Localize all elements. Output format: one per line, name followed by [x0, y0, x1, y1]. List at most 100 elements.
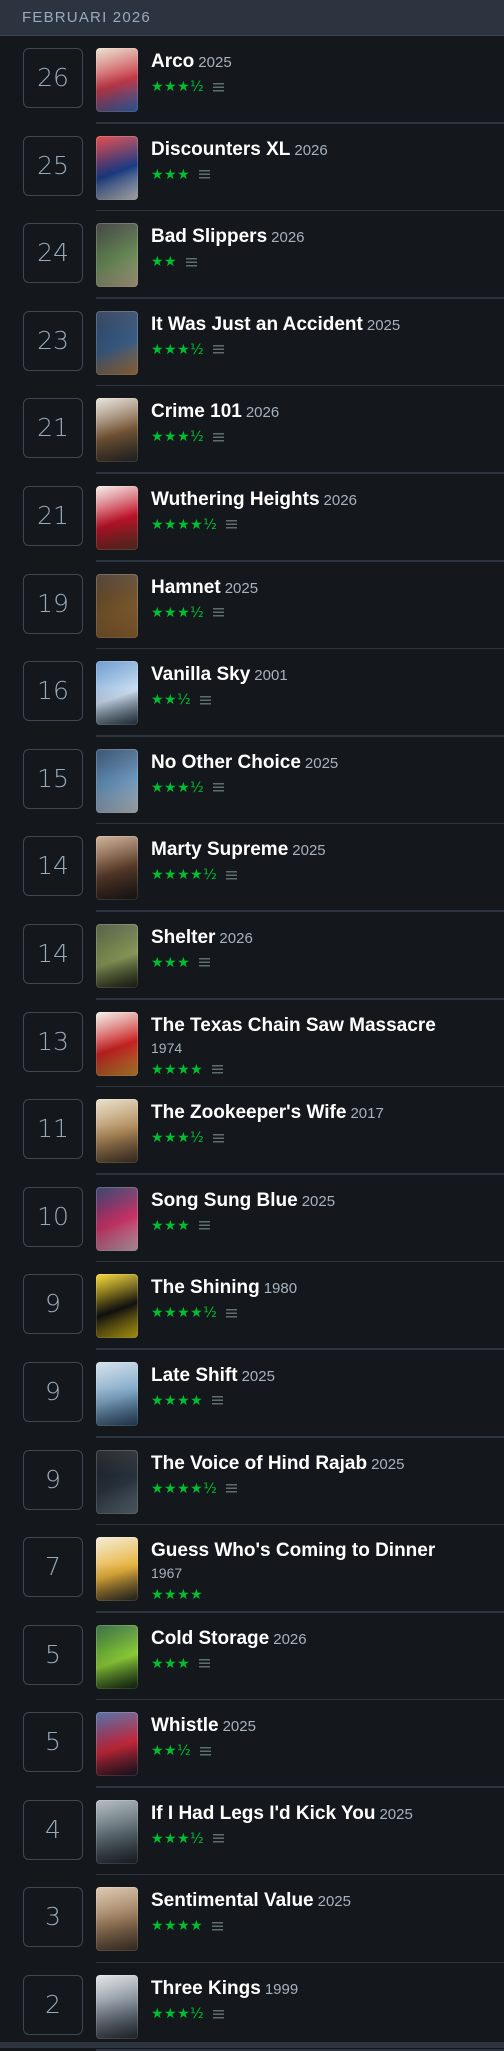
film-title[interactable]: The Voice of Hind Rajab	[151, 1453, 367, 1474]
film-title[interactable]: Song Sung Blue	[151, 1190, 298, 1211]
film-poster[interactable]	[96, 1975, 138, 2040]
diary-entry-row[interactable]: 4 If I Had Legs I'd Kick You 2025 ★★★½	[0, 1788, 504, 1876]
film-poster[interactable]	[96, 135, 138, 200]
review-text-icon[interactable]	[199, 1221, 211, 1231]
film-title[interactable]: Discounters XL	[151, 139, 290, 160]
review-text-icon[interactable]	[213, 345, 225, 355]
day-badge[interactable]: 16	[23, 661, 83, 722]
film-title[interactable]: Three Kings	[151, 1978, 261, 1999]
film-title[interactable]: Late Shift	[151, 1365, 238, 1386]
day-badge[interactable]: 5	[23, 1712, 83, 1773]
film-poster[interactable]	[96, 1799, 138, 1864]
film-year[interactable]: 2025	[198, 54, 231, 71]
day-badge[interactable]: 13	[23, 1011, 83, 1072]
day-badge[interactable]: 7	[23, 1537, 83, 1598]
film-title[interactable]: Whistle	[151, 1715, 219, 1736]
diary-entry-row[interactable]: 25 Discounters XL 2026 ★★★	[0, 124, 504, 212]
diary-entry-row[interactable]: 13 The Texas Chain Saw Massacre 1974 ★★★★	[0, 1000, 504, 1088]
review-text-icon[interactable]	[199, 170, 211, 180]
review-text-icon[interactable]	[213, 783, 225, 793]
film-year[interactable]: 1974	[151, 1038, 498, 1058]
film-poster[interactable]	[96, 748, 138, 813]
film-year[interactable]: 2025	[318, 1893, 351, 1910]
diary-entry-row[interactable]: 21 Wuthering Heights 2026 ★★★★½	[0, 474, 504, 562]
film-year[interactable]: 1980	[264, 1280, 297, 1297]
film-title[interactable]: It Was Just an Accident	[151, 314, 363, 335]
film-title[interactable]: Wuthering Heights	[151, 489, 320, 510]
review-text-icon[interactable]	[213, 1834, 225, 1844]
film-year[interactable]: 2025	[367, 317, 400, 334]
review-text-icon[interactable]	[200, 1746, 212, 1756]
review-text-icon[interactable]	[199, 1659, 211, 1669]
review-text-icon[interactable]	[186, 257, 198, 267]
film-year[interactable]: 2026	[324, 492, 357, 509]
film-year[interactable]: 2026	[294, 142, 327, 159]
day-badge[interactable]: 24	[23, 223, 83, 284]
film-year[interactable]: 2025	[292, 842, 325, 859]
review-text-icon[interactable]	[200, 695, 212, 705]
film-year[interactable]: 1999	[265, 1981, 298, 1998]
diary-entry-row[interactable]: 19 Hamnet 2025 ★★★½	[0, 562, 504, 650]
film-poster[interactable]	[96, 310, 138, 375]
film-title[interactable]: Bad Slippers	[151, 226, 267, 247]
film-poster[interactable]	[96, 1186, 138, 1251]
diary-entry-row[interactable]: 9 Late Shift 2025 ★★★★	[0, 1350, 504, 1438]
film-title[interactable]: Guess Who's Coming to Dinner	[151, 1540, 435, 1561]
day-badge[interactable]: 3	[23, 1887, 83, 1948]
day-badge[interactable]: 14	[23, 923, 83, 984]
review-text-icon[interactable]	[212, 1396, 224, 1406]
film-title[interactable]: The Zookeeper's Wife	[151, 1102, 346, 1123]
film-title[interactable]: Hamnet	[151, 577, 221, 598]
review-text-icon[interactable]	[213, 1133, 225, 1143]
review-text-icon[interactable]	[213, 608, 225, 618]
film-poster[interactable]	[96, 398, 138, 463]
review-text-icon[interactable]	[213, 2009, 225, 2019]
film-poster[interactable]	[96, 1887, 138, 1952]
diary-entry-row[interactable]: 2 Three Kings 1999 ★★★½	[0, 1963, 504, 2051]
film-year[interactable]: 2025	[242, 1368, 275, 1385]
film-poster[interactable]	[96, 573, 138, 638]
diary-entry-row[interactable]: 10 Song Sung Blue 2025 ★★★	[0, 1175, 504, 1263]
diary-entry-row[interactable]: 9 The Voice of Hind Rajab 2025 ★★★★½	[0, 1438, 504, 1526]
diary-entry-row[interactable]: 14 Shelter 2026 ★★★	[0, 912, 504, 1000]
film-poster[interactable]	[96, 485, 138, 550]
diary-entry-row[interactable]: 9 The Shining 1980 ★★★★½	[0, 1262, 504, 1350]
film-poster[interactable]	[96, 1712, 138, 1777]
diary-entry-row[interactable]: 14 Marty Supreme 2025 ★★★★½	[0, 824, 504, 912]
day-badge[interactable]: 9	[23, 1361, 83, 1422]
day-badge[interactable]: 10	[23, 1186, 83, 1247]
film-title[interactable]: Cold Storage	[151, 1628, 269, 1649]
film-year[interactable]: 2025	[223, 1718, 256, 1735]
diary-entry-row[interactable]: 11 The Zookeeper's Wife 2017 ★★★½	[0, 1087, 504, 1175]
film-title[interactable]: The Shining	[151, 1277, 260, 1298]
day-badge[interactable]: 14	[23, 836, 83, 897]
diary-entry-row[interactable]: 23 It Was Just an Accident 2025 ★★★½	[0, 299, 504, 387]
film-year[interactable]: 2026	[273, 1631, 306, 1648]
film-title[interactable]: Shelter	[151, 927, 215, 948]
film-poster[interactable]	[96, 48, 138, 112]
film-poster[interactable]	[96, 1011, 138, 1076]
review-text-icon[interactable]	[226, 870, 238, 880]
diary-entry-row[interactable]: 15 No Other Choice 2025 ★★★½	[0, 737, 504, 825]
film-poster[interactable]	[96, 661, 138, 726]
review-text-icon[interactable]	[226, 1484, 238, 1493]
film-year[interactable]: 2025	[305, 755, 338, 772]
film-title[interactable]: Arco	[151, 51, 194, 72]
day-badge[interactable]: 23	[23, 310, 83, 371]
day-badge[interactable]: 2	[23, 1975, 83, 2036]
day-badge[interactable]: 25	[23, 135, 83, 196]
film-year[interactable]: 2026	[246, 404, 279, 421]
day-badge[interactable]: 9	[23, 1449, 83, 1510]
day-badge[interactable]: 21	[23, 485, 83, 546]
film-poster[interactable]	[96, 923, 138, 988]
day-badge[interactable]: 19	[23, 573, 83, 634]
review-text-icon[interactable]	[199, 958, 211, 968]
diary-entry-row[interactable]: 3 Sentimental Value 2025 ★★★★	[0, 1875, 504, 1963]
film-poster[interactable]	[96, 836, 138, 901]
film-year[interactable]: 2025	[225, 580, 258, 597]
day-badge[interactable]: 26	[23, 48, 83, 108]
day-badge[interactable]: 11	[23, 1099, 83, 1160]
diary-entry-row[interactable]: 5 Cold Storage 2026 ★★★	[0, 1613, 504, 1701]
film-title[interactable]: If I Had Legs I'd Kick You	[151, 1803, 375, 1824]
film-year[interactable]: 2017	[350, 1105, 383, 1122]
